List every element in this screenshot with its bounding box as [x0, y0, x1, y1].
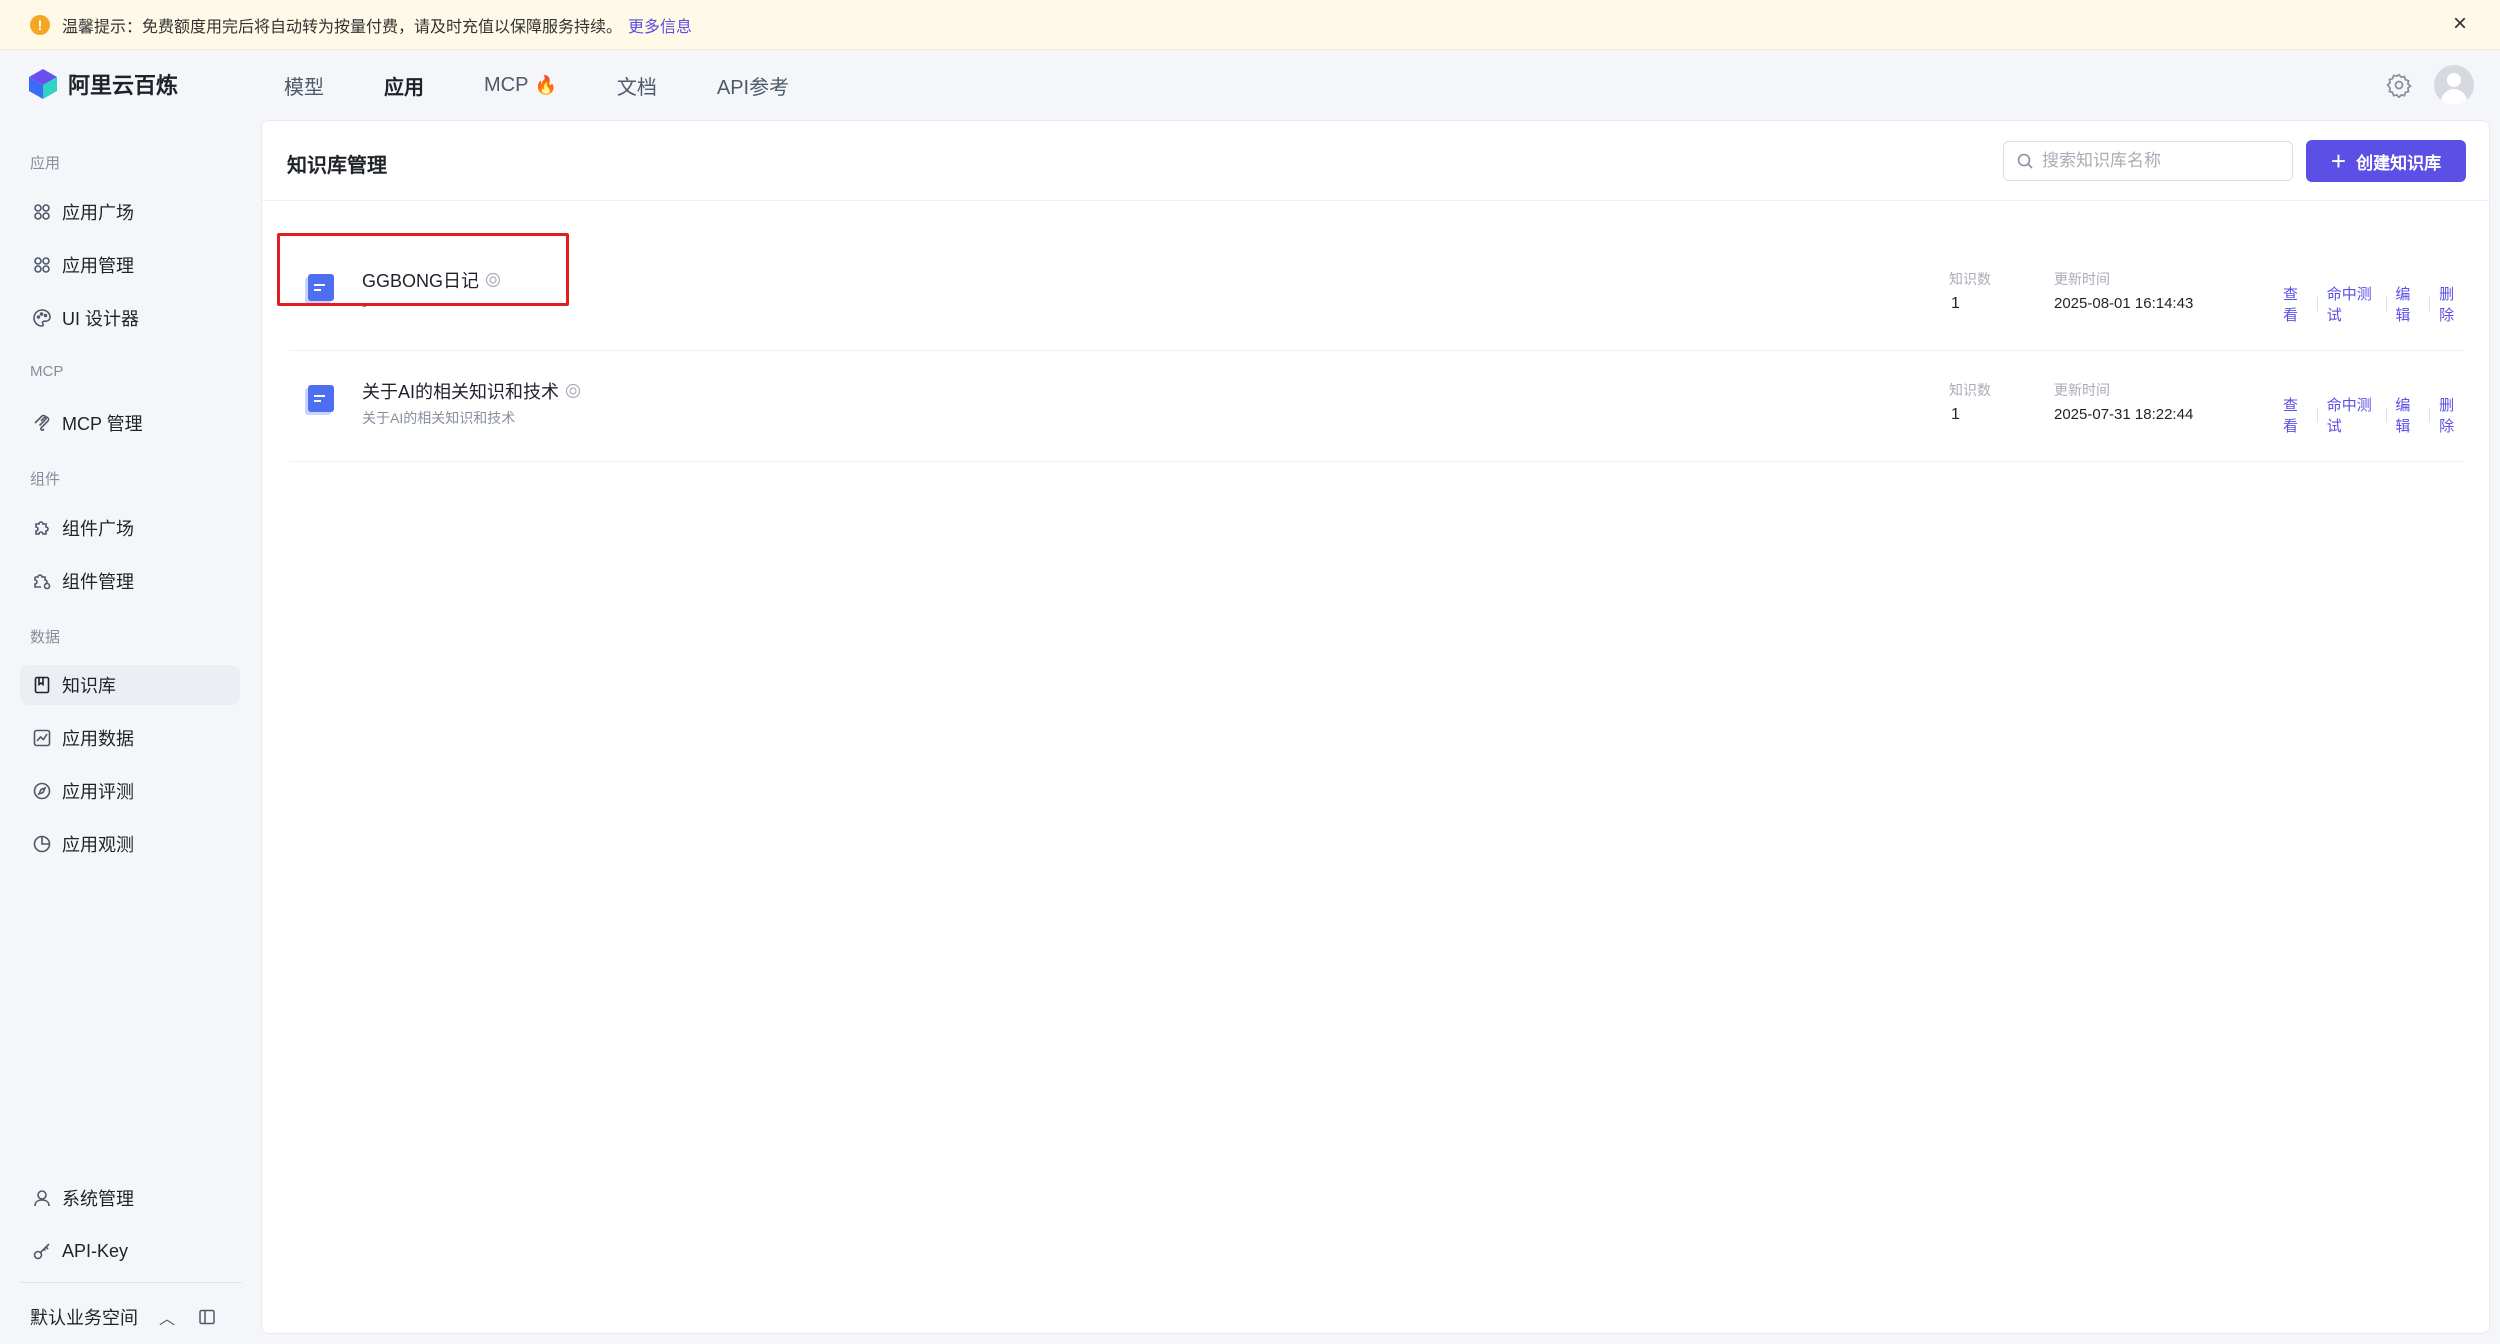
- row-actions: 查看 命中测试 编辑 删除: [2283, 394, 2464, 436]
- count-label: 知识数: [1949, 271, 1991, 287]
- sidebar-item-component-plaza[interactable]: 组件广场: [20, 508, 240, 548]
- knowledge-base-description: 关于AI的相关知识和技术: [362, 410, 516, 426]
- document-icon: [305, 274, 334, 304]
- pie-icon: [33, 835, 51, 853]
- puzzle-gear-icon: [34, 574, 51, 590]
- sidebar-item-app-data[interactable]: 应用数据: [20, 718, 240, 758]
- warning-icon: !: [30, 14, 50, 35]
- nav-mcp[interactable]: MCP 🔥: [484, 74, 557, 97]
- count-value: 1: [1951, 406, 1960, 423]
- sidebar-group-data: 数据: [30, 629, 61, 646]
- workspace-name: 默认业务空间: [30, 1308, 138, 1328]
- sidebar-item-system-management[interactable]: 系统管理: [20, 1178, 240, 1218]
- nav-apps[interactable]: 应用: [384, 71, 424, 100]
- sidebar-group-app: 应用: [30, 155, 61, 172]
- info-icon[interactable]: [565, 383, 581, 399]
- fire-icon: 🔥: [534, 74, 557, 95]
- palette-icon: [33, 309, 51, 327]
- sidebar-group-component: 组件: [30, 471, 61, 488]
- close-icon[interactable]: ×: [2448, 12, 2472, 37]
- key-icon: [33, 1243, 50, 1260]
- edit-button[interactable]: 编辑: [2395, 283, 2420, 325]
- info-icon[interactable]: [485, 272, 501, 288]
- sidebar-item-app-observability[interactable]: 应用观测: [20, 824, 240, 864]
- document-icon: [305, 385, 334, 415]
- knowledge-base-description: -: [362, 297, 367, 313]
- top-header: 阿里云百炼 模型 应用 MCP 🔥 文档 API参考: [0, 50, 2500, 120]
- sidebar-item-ui-designer[interactable]: UI 设计器: [20, 298, 240, 338]
- nav-docs[interactable]: 文档: [617, 71, 657, 100]
- sidebar-item-knowledge-base[interactable]: 知识库: [20, 665, 240, 705]
- updated-time-value: 2025-08-01 16:14:43: [2054, 295, 2194, 312]
- hit-test-button[interactable]: 命中测试: [2327, 394, 2377, 436]
- delete-button[interactable]: 删除: [2439, 283, 2464, 325]
- chart-icon: [33, 729, 51, 747]
- sidebar-item-component-management[interactable]: 组件管理: [20, 561, 240, 601]
- logo[interactable]: 阿里云百炼: [28, 68, 178, 100]
- row-actions: 查看 命中测试 编辑 删除: [2283, 283, 2464, 325]
- create-knowledge-base-button[interactable]: + 创建知识库: [2306, 140, 2466, 182]
- notice-text: 温馨提示：免费额度用完后将自动转为按量付费，请及时充值以保障服务持续。: [62, 18, 623, 36]
- chevron-up-icon[interactable]: ︿: [156, 1305, 178, 1329]
- sidebar-divider: [20, 1282, 242, 1283]
- page-title: 知识库管理: [287, 155, 387, 177]
- logo-text: 阿里云百炼: [68, 73, 179, 98]
- plus-icon: +: [2330, 146, 2347, 176]
- main-panel: 知识库管理 + 创建知识库 GGBONG日记 - 知识数 1 更新时间 2025…: [261, 120, 2490, 1334]
- sidebar-group-mcp: MCP: [30, 363, 64, 380]
- updated-time-label: 更新时间: [2054, 271, 2110, 287]
- sidebar-item-app-plaza[interactable]: 应用广场: [20, 192, 240, 232]
- search-icon: [2017, 153, 2033, 169]
- top-nav: 模型 应用 MCP 🔥 文档 API参考: [284, 50, 849, 120]
- knowledge-base-name[interactable]: 关于AI的相关知识和技术: [362, 378, 581, 404]
- view-button[interactable]: 查看: [2283, 283, 2308, 325]
- avatar[interactable]: [2434, 65, 2474, 105]
- book-icon: [34, 676, 50, 694]
- compass-icon: [33, 782, 51, 800]
- main-header: 知识库管理 + 创建知识库: [262, 121, 2489, 201]
- count-label: 知识数: [1949, 382, 1991, 398]
- edit-button[interactable]: 编辑: [2395, 394, 2420, 436]
- collapse-sidebar-icon[interactable]: [198, 1308, 216, 1326]
- grid-icon: [34, 204, 50, 220]
- count-value: 1: [1951, 295, 1960, 312]
- sidebar-item-app-management[interactable]: 应用管理: [20, 245, 240, 285]
- sidebar-item-api-key[interactable]: API-Key: [20, 1231, 240, 1271]
- notice-bar: ! 温馨提示：免费额度用完后将自动转为按量付费，请及时充值以保障服务持续。 更多…: [0, 0, 2500, 50]
- sidebar-item-app-evaluation[interactable]: 应用评测: [20, 771, 240, 811]
- updated-time-label: 更新时间: [2054, 382, 2110, 398]
- knowledge-base-row[interactable]: GGBONG日记 - 知识数 1 更新时间 2025-08-01 16:14:4…: [289, 241, 2464, 351]
- logo-icon: [29, 69, 57, 99]
- grid-icon: [34, 257, 50, 273]
- nav-models[interactable]: 模型: [284, 71, 324, 100]
- knowledge-base-name[interactable]: GGBONG日记: [362, 267, 501, 293]
- sidebar: 应用 应用广场 应用管理 UI 设计器 MCP MCP 管理 组件 组件广场 组…: [0, 120, 260, 1344]
- search-input[interactable]: [2042, 151, 2282, 171]
- mcp-icon: [34, 414, 50, 431]
- search-box[interactable]: [2003, 141, 2293, 181]
- nav-api-reference[interactable]: API参考: [717, 71, 789, 100]
- more-info-link[interactable]: 更多信息: [628, 13, 692, 37]
- delete-button[interactable]: 删除: [2439, 394, 2464, 436]
- sidebar-item-mcp-management[interactable]: MCP 管理: [20, 403, 240, 443]
- workspace-switcher[interactable]: 默认业务空间 ︿: [30, 1302, 240, 1332]
- updated-time-value: 2025-07-31 18:22:44: [2054, 406, 2194, 423]
- view-button[interactable]: 查看: [2283, 394, 2308, 436]
- puzzle-icon: [35, 521, 49, 535]
- gear-icon[interactable]: [2386, 72, 2412, 98]
- user-icon: [34, 1190, 50, 1207]
- knowledge-base-row[interactable]: 关于AI的相关知识和技术 关于AI的相关知识和技术 知识数 1 更新时间 202…: [289, 352, 2464, 462]
- hit-test-button[interactable]: 命中测试: [2327, 283, 2377, 325]
